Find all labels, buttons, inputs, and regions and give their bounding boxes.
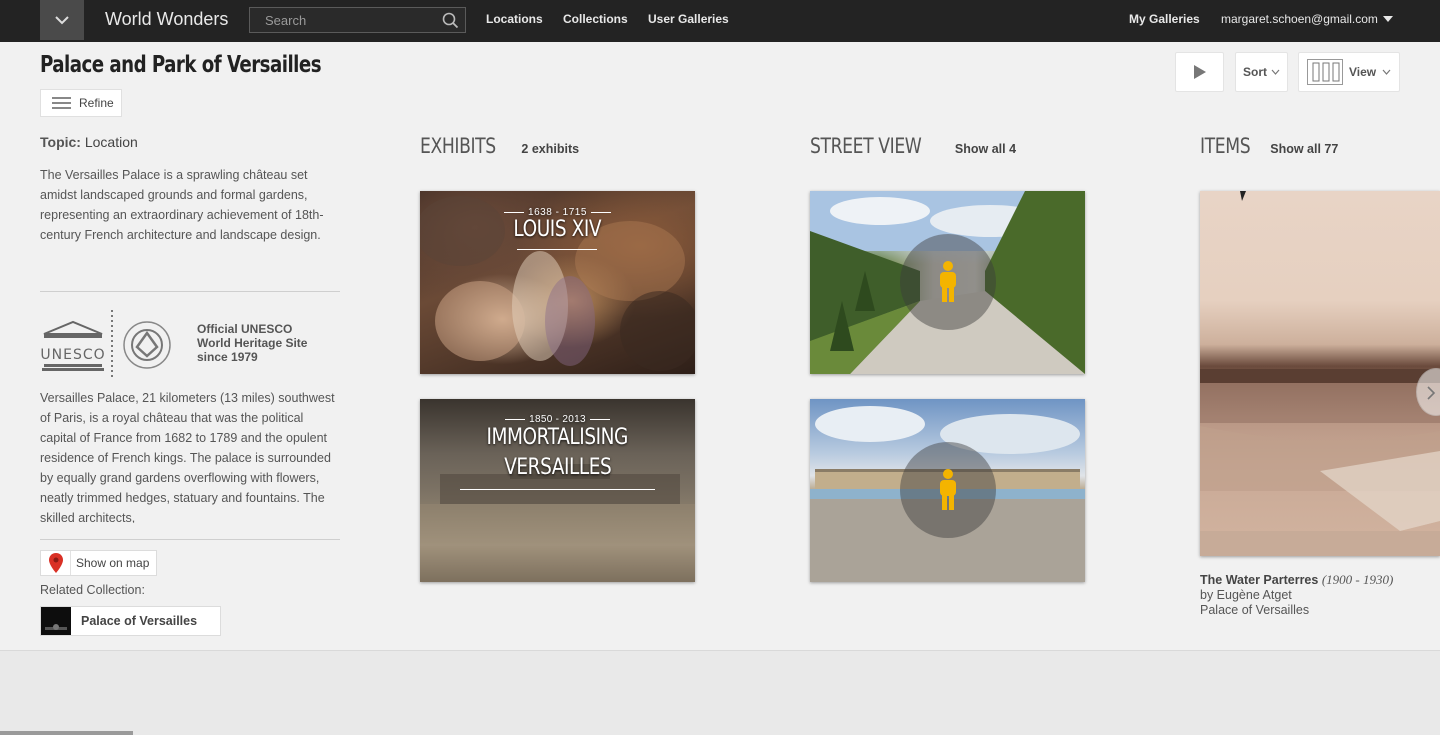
unesco-line-3: since 1979 [197,350,258,364]
exhibit-dates-text: 1850 - 2013 [501,414,614,425]
exhibit-title: LOUIS XIV [420,217,695,242]
user-email: margaret.schoen@gmail.com [1221,12,1378,26]
nav-user-galleries[interactable]: User Galleries [648,12,729,26]
page-title: Palace and Park of Versailles [40,52,322,78]
exhibit-title: IMMORTALISING [420,425,695,450]
user-account-menu[interactable]: margaret.schoen@gmail.com [1221,12,1393,26]
item-caption: The Water Parterres (1900 - 1930) by Eug… [1200,572,1393,618]
chevron-down-icon [1271,69,1280,75]
sepia-garden-photo [1200,191,1440,556]
search-box [249,7,466,33]
topic-label: Topic: [40,134,81,150]
show-on-map-button[interactable]: Show on map [40,550,157,576]
exhibits-header: EXHIBITS 2 exhibits [420,134,579,158]
divider [40,291,340,292]
unesco-line-1: Official UNESCO [197,322,293,336]
topic-line: Topic: Location [40,134,138,150]
street-view-pegman-overlay [900,442,996,538]
item-title[interactable]: The Water Parterres [1200,573,1318,587]
view-label: View [1349,65,1377,79]
sort-button[interactable]: Sort [1235,52,1288,92]
unesco-temple-logo: UNESCO [40,320,105,371]
horizontal-scrollbar[interactable] [0,731,133,735]
item-image-water-parterres[interactable] [1200,191,1440,556]
exhibit-card-louis-xiv[interactable]: 1638 - 1715 LOUIS XIV [420,191,695,374]
long-description[interactable]: Versailles Palace, 21 kilometers (13 mil… [40,388,340,523]
short-description: The Versailles Palace is a sprawling châ… [40,168,324,242]
exhibit-title-text: LOUIS XIV [513,217,602,242]
refine-label: Refine [79,96,114,110]
items-show-all[interactable]: Show all 77 [1270,142,1338,156]
search-input[interactable] [250,8,440,32]
exhibit-card-immortalising-versailles[interactable]: 1850 - 2013 IMMORTALISING VERSAILLES [420,399,695,582]
exhibits-count[interactable]: 2 exhibits [521,142,579,156]
nav-my-galleries[interactable]: My Galleries [1129,12,1200,26]
topic-value: Location [84,134,138,150]
street-view-card-palace[interactable] [810,399,1085,582]
street-view-heading: STREET VIEW [810,134,922,158]
street-view-pegman-overlay [900,234,996,330]
pegman-icon [940,261,956,302]
item-artist: by Eugène Atget [1200,588,1292,602]
unesco-badge: UNESCO Official UNESCO World Heritage Si… [40,310,340,380]
related-collection-label: Related Collection: [40,583,145,597]
exhibit-title-line-2: VERSAILLES [503,455,612,480]
nav-locations[interactable]: Locations [486,12,543,26]
related-collection-link[interactable]: Palace of Versailles [40,606,221,636]
play-icon [1193,65,1206,79]
hamburger-icon [52,97,71,109]
exhibits-heading: EXHIBITS [420,134,496,158]
view-button[interactable]: View [1298,52,1400,92]
item-collection[interactable]: Palace of Versailles [1200,603,1393,618]
layout-icon [1307,59,1343,85]
footer-band [0,650,1440,735]
chevron-right-icon [1427,386,1436,400]
items-header: ITEMS Show all 77 [1200,134,1338,158]
exhibit-title: VERSAILLES [420,455,695,480]
items-heading: ITEMS [1200,134,1251,158]
unesco-text: Official UNESCO World Heritage Site sinc… [197,322,307,364]
collection-thumbnail [41,607,71,635]
exhibit-title-line-1: IMMORTALISING [486,425,629,450]
refine-button[interactable]: Refine [40,89,122,117]
top-bar: World Wonders Locations Collections User… [0,0,1440,42]
street-view-show-all[interactable]: Show all 4 [955,142,1016,156]
show-on-map-label: Show on map [76,556,150,570]
caret-down-icon [1382,16,1393,22]
unesco-logo-text: UNESCO [40,347,105,363]
dotted-separator [111,310,113,378]
map-pin-icon [41,551,71,575]
divider [40,539,340,540]
chevron-down-icon [55,16,69,25]
sort-label: Sort [1243,65,1267,79]
street-view-header: STREET VIEW Show all 4 [810,134,1016,158]
slideshow-play-button[interactable] [1175,52,1224,92]
search-icon[interactable] [442,12,459,29]
menu-dropdown-button[interactable] [40,0,84,40]
title-underline [460,489,655,490]
item-date: (1900 - 1930) [1321,572,1394,587]
related-collection-name: Palace of Versailles [81,614,198,628]
world-heritage-emblem-icon [123,321,171,369]
pegman-icon [940,469,956,510]
unesco-line-2: World Heritage Site [197,336,308,350]
street-view-card-garden[interactable] [810,191,1085,374]
nav-collections[interactable]: Collections [563,12,628,26]
chevron-down-icon [1382,69,1391,75]
app-title[interactable]: World Wonders [105,9,228,30]
title-underline [517,249,597,250]
